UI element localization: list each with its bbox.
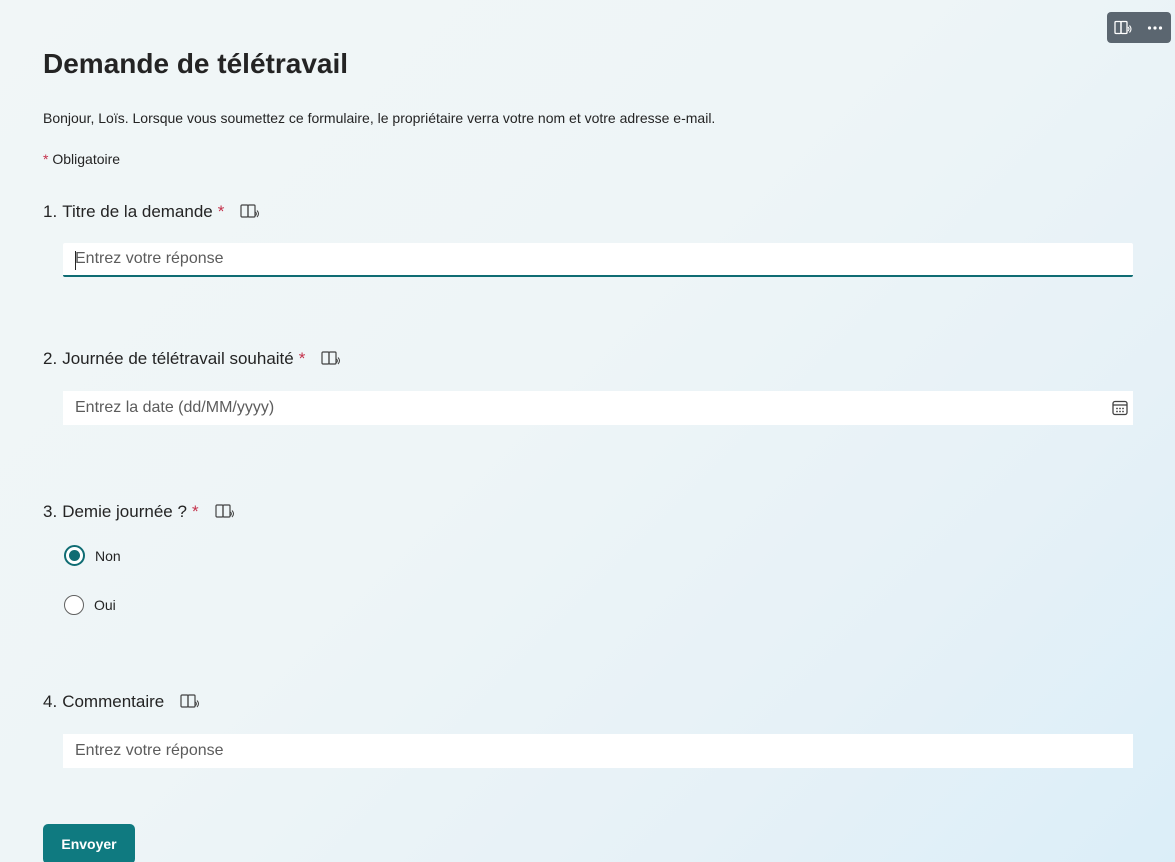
required-star: * xyxy=(191,502,199,521)
question-number: 1. xyxy=(43,202,58,221)
greeting-text: Bonjour, Loïs. Lorsque vous soumettez ce… xyxy=(43,110,716,126)
immersive-reader-button[interactable] xyxy=(1109,14,1137,42)
comment-input[interactable] xyxy=(63,734,1133,768)
date-input[interactable] xyxy=(63,391,1133,425)
immersive-reader-icon[interactable] xyxy=(240,203,260,221)
required-legend: * Obligatoire xyxy=(43,151,120,167)
required-star: * xyxy=(43,151,49,167)
question-label: Demie journée ? xyxy=(62,502,187,521)
immersive-reader-icon[interactable] xyxy=(321,350,341,368)
more-options-icon xyxy=(1147,25,1163,30)
radio-button[interactable] xyxy=(64,595,84,615)
question-label: Titre de la demande xyxy=(62,202,213,221)
submit-button[interactable]: Envoyer xyxy=(43,824,135,862)
radio-label: Oui xyxy=(94,597,116,613)
immersive-reader-icon[interactable] xyxy=(180,693,200,711)
form-title: Demande de télétravail xyxy=(43,48,349,79)
question-4-title: 4. Commentaire xyxy=(43,692,200,712)
question-number: 4. xyxy=(43,692,58,711)
immersive-reader-icon[interactable] xyxy=(214,503,235,521)
required-label: Obligatoire xyxy=(52,151,121,167)
radio-option-oui[interactable]: Oui xyxy=(64,595,116,615)
question-label: Journée de télétravail souhaité xyxy=(62,349,294,368)
radio-option-non[interactable]: Non xyxy=(64,545,121,566)
top-toolbar xyxy=(1107,12,1171,43)
question-1-title: 1. Titre de la demande * xyxy=(43,202,260,222)
question-2-title: 2. Journée de télétravail souhaité * xyxy=(43,349,341,369)
required-star: * xyxy=(217,202,225,221)
required-star: * xyxy=(298,349,306,368)
calendar-icon[interactable] xyxy=(1111,399,1129,417)
text-caret xyxy=(75,251,76,270)
immersive-reader-icon xyxy=(1114,20,1132,34)
radio-label: Non xyxy=(95,547,121,564)
question-number: 2. xyxy=(43,349,58,368)
radio-button-checked[interactable] xyxy=(64,545,85,566)
more-options-button[interactable] xyxy=(1141,14,1169,42)
question-number: 3. xyxy=(43,502,58,521)
request-title-input[interactable] xyxy=(63,243,1133,277)
question-label: Commentaire xyxy=(62,692,165,711)
radio-dot xyxy=(69,550,80,561)
question-3-title: 3. Demie journée ? * xyxy=(43,502,235,522)
